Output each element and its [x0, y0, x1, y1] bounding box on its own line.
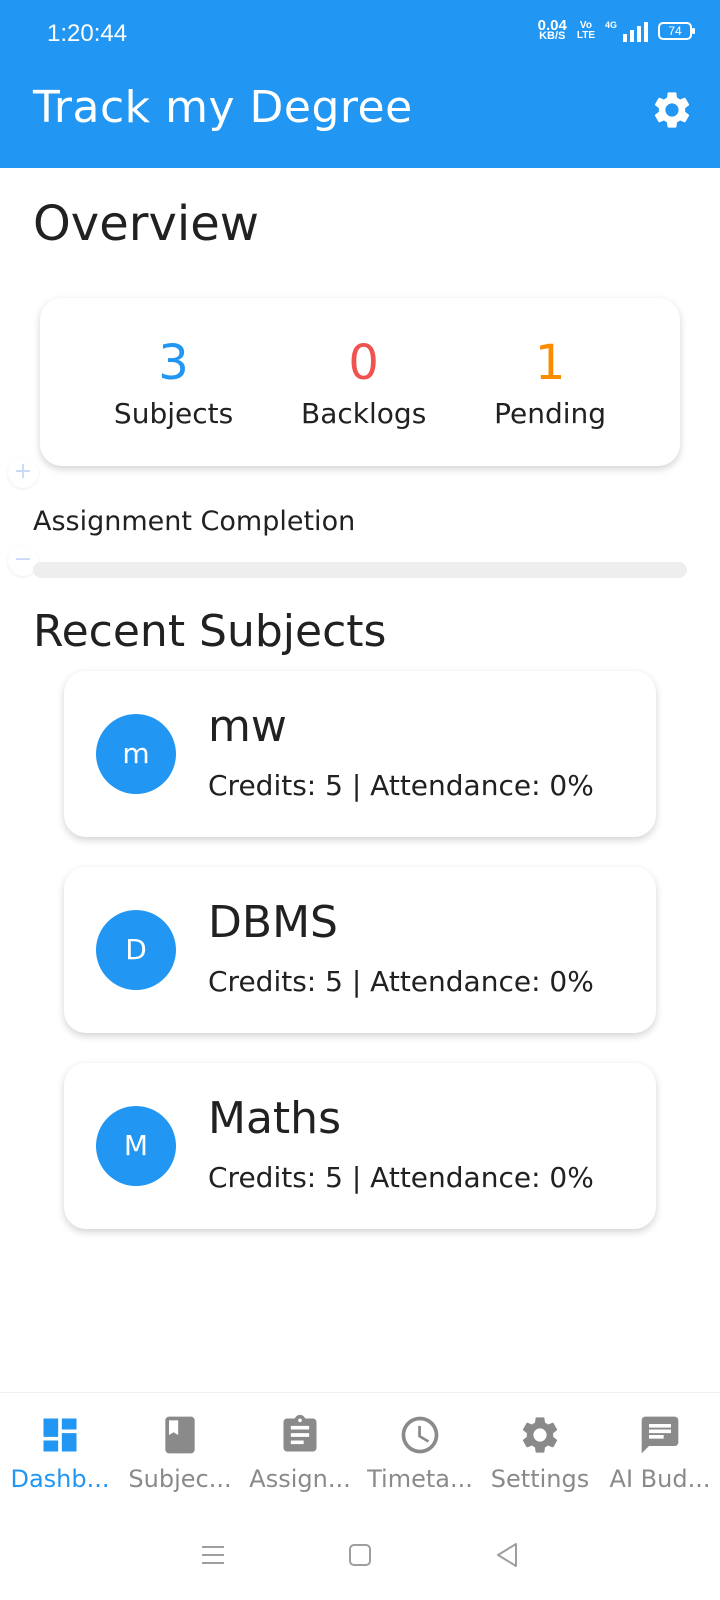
signal-bar-4	[644, 22, 648, 42]
nav-assignments-label: Assign...	[249, 1465, 351, 1493]
nav-settings-label: Settings	[490, 1465, 590, 1493]
subject-name: mw	[208, 701, 287, 752]
subject-name: DBMS	[208, 897, 338, 948]
nav-assignments[interactable]: Assign...	[240, 1393, 360, 1508]
nav-subjects[interactable]: Subjec...	[120, 1393, 240, 1508]
stat-pending[interactable]: 1 Pending	[494, 335, 606, 430]
nav-ai-buddy[interactable]: AI Bud...	[600, 1393, 720, 1508]
subject-card[interactable]: M Maths Credits: 5 | Attendance: 0%	[64, 1063, 656, 1229]
nav-dashboard[interactable]: Dashb...	[0, 1393, 120, 1508]
signal-icon: 4G	[605, 20, 648, 42]
subject-card[interactable]: D DBMS Credits: 5 | Attendance: 0%	[64, 867, 656, 1033]
stats-card: 3 Subjects 0 Backlogs 1 Pending	[40, 298, 680, 466]
minus-icon: −	[13, 547, 33, 572]
zoom-in-button[interactable]: +	[8, 458, 38, 488]
overview-heading: Overview	[33, 196, 259, 252]
app-title: Track my Degree	[33, 82, 413, 133]
gear-icon	[654, 92, 690, 128]
stat-subjects-label: Subjects	[113, 396, 234, 430]
nav-subjects-label: Subjec...	[128, 1465, 232, 1493]
avatar: m	[96, 714, 176, 794]
nav-settings[interactable]: Settings	[480, 1393, 600, 1508]
settings-button[interactable]	[650, 88, 694, 132]
app-bar: 1:20:44 0.04 KB/S Vo LTE 4G 74 Track my …	[0, 0, 720, 168]
stat-pending-value: 1	[534, 334, 566, 391]
stat-subjects[interactable]: 3 Subjects	[114, 335, 233, 430]
clock-icon	[401, 1416, 439, 1454]
nav-timetable-label: Timeta...	[367, 1465, 473, 1493]
subject-details: Credits: 5 | Attendance: 0%	[208, 965, 594, 998]
volte-bottom: LTE	[576, 30, 595, 41]
stat-subjects-value: 3	[158, 334, 189, 391]
stat-pending-label: Pending	[494, 396, 607, 430]
subject-name: Maths	[208, 1093, 341, 1144]
status-icons: 0.04 KB/S Vo LTE 4G 74	[538, 18, 695, 42]
stat-backlogs-value: 0	[348, 334, 379, 391]
plus-icon: +	[13, 459, 33, 484]
chat-icon	[641, 1416, 679, 1454]
signal-bar-1	[623, 34, 627, 42]
subject-card[interactable]: m mw Credits: 5 | Attendance: 0%	[64, 671, 656, 837]
back-icon[interactable]	[492, 1540, 522, 1570]
nav-dashboard-label: Dashb...	[10, 1465, 110, 1493]
bottom-navigation: Dashb... Subjec... Assign... Timeta... S…	[0, 1392, 720, 1508]
assignment-completion-label: Assignment Completion	[33, 506, 356, 537]
home-icon[interactable]	[345, 1540, 375, 1570]
nav-ai-buddy-label: AI Bud...	[609, 1465, 711, 1493]
volte-icon: Vo LTE	[577, 21, 595, 41]
stat-backlogs[interactable]: 0 Backlogs	[301, 335, 426, 430]
battery-level: 74	[668, 24, 682, 38]
net-speed-indicator: 0.04 KB/S	[538, 18, 567, 42]
recent-subjects-heading: Recent Subjects	[33, 606, 387, 657]
signal-bar-3	[637, 26, 641, 42]
menu-icon[interactable]	[198, 1540, 228, 1570]
assignment-completion-progress	[33, 562, 687, 578]
nav-timetable[interactable]: Timeta...	[360, 1393, 480, 1508]
avatar: D	[96, 910, 176, 990]
subject-details: Credits: 5 | Attendance: 0%	[208, 769, 594, 802]
system-navigation-bar	[0, 1510, 720, 1600]
network-type: 4G	[605, 20, 618, 30]
status-time: 1:20:44	[47, 20, 128, 47]
signal-bar-2	[630, 30, 634, 42]
subject-details: Credits: 5 | Attendance: 0%	[208, 1161, 594, 1194]
avatar: M	[96, 1106, 176, 1186]
gear-icon	[522, 1417, 558, 1453]
book-icon	[165, 1416, 195, 1454]
dashboard-icon	[43, 1418, 77, 1452]
battery-icon: 74	[658, 22, 695, 40]
clipboard-icon	[283, 1414, 317, 1452]
net-speed-unit: KB/S	[539, 30, 566, 42]
stat-backlogs-label: Backlogs	[301, 396, 427, 430]
